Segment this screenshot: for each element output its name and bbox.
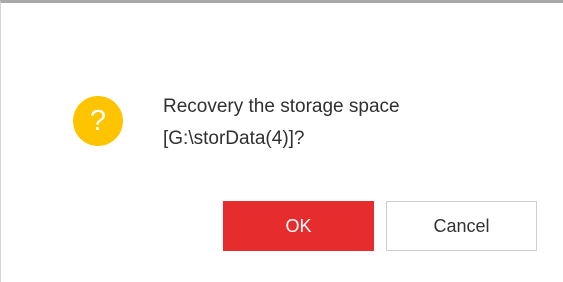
- ok-button[interactable]: OK: [223, 201, 374, 251]
- dialog-message: Recovery the storage space [G:\storData(…: [163, 91, 543, 155]
- cancel-button[interactable]: Cancel: [386, 201, 537, 251]
- question-icon: ?: [73, 96, 123, 146]
- message-line-1: Recovery the storage space: [163, 96, 400, 117]
- message-line-2: [G:\storData(4)]?: [163, 128, 305, 149]
- confirm-dialog: ? Recovery the storage space [G:\storDat…: [0, 0, 563, 282]
